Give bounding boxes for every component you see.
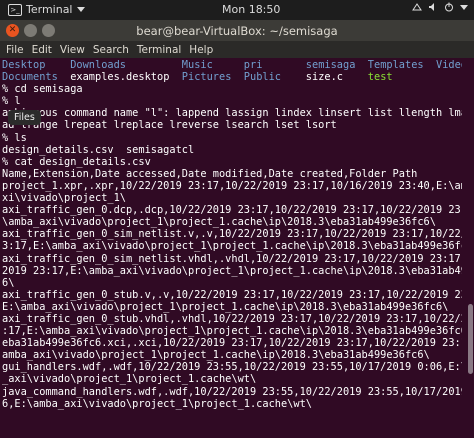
terminal-line: 2019 23:17,E:\amba_axi\vivado\project_1\… <box>2 265 462 277</box>
terminal-icon: >_ <box>8 3 22 16</box>
scrollbar[interactable] <box>466 59 474 438</box>
app-menu[interactable]: >_ Terminal <box>8 3 85 16</box>
terminal-text: size.c <box>305 71 368 84</box>
terminal-line: java_command_handlers.wdf,.wdf,10/22/201… <box>2 386 462 398</box>
terminal-text: :17,E:\amba_axi\vivado\project_1\project… <box>2 325 462 338</box>
terminal-text: 6,E:\amba_axi\vivado\project_1\project_1… <box>2 397 312 410</box>
terminal-line: E:\amba_axi\vivado\project_1\project_1.c… <box>2 301 462 313</box>
terminal-text: Videos <box>436 59 462 71</box>
terminal-line: % cd semisaga <box>2 83 462 95</box>
power-icon <box>445 2 453 12</box>
terminal-line: Name,Extension,Date accessed,Date modifi… <box>2 168 462 180</box>
terminal-output[interactable]: Desktop Downloads Music pri semisaga Tem… <box>2 59 462 438</box>
terminal-line: 6\ <box>2 277 462 289</box>
terminal-line: ad lrange lrepeat lreplace lreverse lsea… <box>2 119 462 131</box>
terminal-line: Documents examples.desktop Pictures Publ… <box>2 71 462 83</box>
volume-icon <box>429 3 434 11</box>
terminal-text: % l <box>2 95 21 108</box>
window-title: bear@bear-VirtualBox: ~/semisaga <box>136 24 338 38</box>
terminal-text: ambiguous command name "l": lappend lass… <box>2 107 462 120</box>
menu-edit[interactable]: Edit <box>32 44 52 56</box>
terminal-text: 3:17,E:\amba_axi\vivado\project_1\projec… <box>2 240 462 253</box>
terminal-text: E:\amba_axi\vivado\project_1\project_1.c… <box>2 300 449 313</box>
terminal-text: Name,Extension,Date accessed,Date modifi… <box>2 167 418 180</box>
terminal-line: xi\vivado\project_1\ <box>2 192 462 204</box>
terminal-text: Pictures <box>181 71 244 84</box>
terminal-text: axi_traffic_gen_0_sim_netlist.vhdl,.vhdl… <box>2 252 462 265</box>
terminal-line: amba_axi\vivado\project_1\project_1.cach… <box>2 349 462 361</box>
terminal-text: gui_handlers.wdf,.wdf,10/22/2019 23:55,1… <box>2 361 462 374</box>
terminal-text: examples.desktop <box>70 71 182 84</box>
terminal-line: gui_handlers.wdf,.wdf,10/22/2019 23:55,1… <box>2 361 462 373</box>
terminal-text: semisaga <box>305 59 368 71</box>
terminal-text: axi_traffic_gen_0.dcp,.dcp,10/22/2019 23… <box>2 204 462 217</box>
terminal-line: axi_traffic_gen_0_sim_netlist.vhdl,.vhdl… <box>2 253 462 265</box>
terminal-line: % cat design_details.csv <box>2 156 462 168</box>
terminal-line: ambiguous command name "l": lappend lass… <box>2 107 462 119</box>
chevron-down-icon <box>460 4 468 10</box>
terminal-text: Templates <box>367 59 436 71</box>
terminal-line: 6,E:\amba_axi\vivado\project_1\project_1… <box>2 398 462 410</box>
terminal-line: axi_traffic_gen_0_stub.vhdl,.vhdl,10/22/… <box>2 313 462 325</box>
terminal-text: Public <box>243 71 306 84</box>
terminal-line: 3:17,E:\amba_axi\vivado\project_1\projec… <box>2 240 462 252</box>
terminal-text: 2019 23:17,E:\amba_axi\vivado\project_1\… <box>2 264 462 277</box>
menu-file[interactable]: File <box>6 44 24 56</box>
menu-search[interactable]: Search <box>93 44 129 56</box>
terminal-text: pri <box>243 59 306 71</box>
chevron-down-icon <box>76 7 85 12</box>
terminal-text: design_details.csv semisagatcl <box>2 143 195 156</box>
terminal-text: amba_axi\vivado\project_1\project_1.cach… <box>2 349 430 362</box>
terminal-text: axi_traffic_gen_0_sim_netlist.v,.v,10/22… <box>2 228 462 241</box>
terminal-line: design_details.csv semisagatcl <box>2 144 462 156</box>
clock[interactable]: Mon 18:50 <box>222 3 280 16</box>
app-name: Terminal <box>26 3 73 16</box>
terminal-text: axi_traffic_gen_0_stub.vhdl,.vhdl,10/22/… <box>2 312 462 325</box>
system-tray[interactable] <box>412 2 468 12</box>
terminal-text: % cd semisaga <box>2 83 83 96</box>
terminal-text: axi_traffic_gen_0_stub.v,.v,10/22/2019 2… <box>2 288 462 301</box>
terminal-text: test <box>367 71 393 84</box>
terminal-line: Desktop Downloads Music pri semisaga Tem… <box>2 59 462 71</box>
terminal-line: eba31ab499e36fc6.xci,.xci,10/22/2019 23:… <box>2 337 462 349</box>
terminal-text: % cat design_details.csv <box>2 155 151 168</box>
terminal-text: eba31ab499e36fc6.xci,.xci,10/22/2019 23:… <box>2 337 462 350</box>
terminal-text: Music <box>181 59 244 71</box>
network-icon <box>412 3 422 11</box>
terminal-text: xi\vivado\project_1\ <box>2 192 126 205</box>
terminal-text: _axi\vivado\project_1\project_1.cache\wt… <box>2 373 257 386</box>
terminal-text: 6\ <box>2 276 15 289</box>
terminal-text: % ls <box>2 131 27 144</box>
terminal-text: Documents <box>2 71 71 84</box>
menu-bar: File Edit View Search Terminal Help <box>0 41 474 58</box>
terminal-text: java_command_handlers.wdf,.wdf,10/22/201… <box>2 385 462 398</box>
scrollbar-thumb[interactable] <box>468 304 473 374</box>
menu-view[interactable]: View <box>60 44 85 56</box>
terminal-line: axi_traffic_gen_0.dcp,.dcp,10/22/2019 23… <box>2 204 462 216</box>
terminal-line: _axi\vivado\project_1\project_1.cache\wt… <box>2 373 462 385</box>
terminal-line: % l <box>2 95 462 107</box>
terminal-line: axi_traffic_gen_0_sim_netlist.v,.v,10/22… <box>2 228 462 240</box>
terminal-text: project_1.xpr,.xpr,10/22/2019 23:17,10/2… <box>2 179 462 192</box>
terminal-line: project_1.xpr,.xpr,10/22/2019 23:17,10/2… <box>2 180 462 192</box>
terminal-text: Desktop <box>2 59 71 71</box>
terminal-text: Downloads <box>70 59 182 71</box>
terminal-line: \amba_axi\vivado\project_1\project_1.cac… <box>2 216 462 228</box>
menu-terminal[interactable]: Terminal <box>137 44 181 56</box>
terminal-line: % ls <box>2 132 462 144</box>
terminal-text: \amba_axi\vivado\project_1\project_1.cac… <box>2 216 436 229</box>
menu-help[interactable]: Help <box>189 44 213 56</box>
top-panel: >_ Terminal Mon 18:50 <box>0 0 474 20</box>
terminal-text: ad lrange lrepeat lreplace lreverse lsea… <box>2 119 337 132</box>
terminal-line: axi_traffic_gen_0_stub.v,.v,10/22/2019 2… <box>2 289 462 301</box>
files-tooltip: Files <box>8 110 41 125</box>
terminal-line: :17,E:\amba_axi\vivado\project_1\project… <box>2 325 462 337</box>
window-titlebar[interactable]: ✕ bear@bear-VirtualBox: ~/semisaga <box>0 20 474 41</box>
